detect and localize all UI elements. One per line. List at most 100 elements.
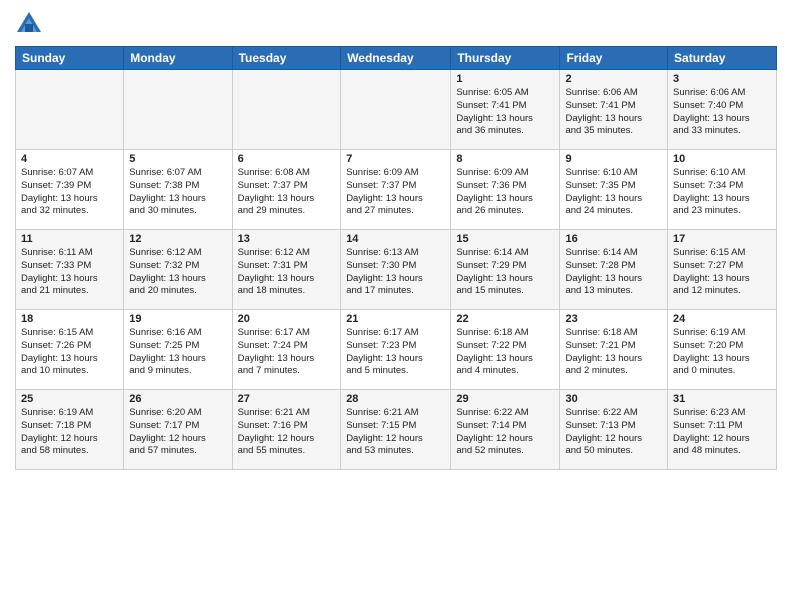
calendar-cell: 31 Sunrise: 6:23 AM Sunset: 7:11 PM Dayli… [668, 390, 777, 470]
day-number: 2 [565, 73, 662, 85]
day-info: Sunrise: 6:11 AM Sunset: 7:33 PM Dayligh… [21, 247, 118, 298]
day-info: Sunrise: 6:19 AM Sunset: 7:20 PM Dayligh… [673, 327, 771, 378]
day-info: Sunrise: 6:07 AM Sunset: 7:38 PM Dayligh… [129, 167, 226, 218]
day-number: 16 [565, 233, 662, 245]
day-info: Sunrise: 6:10 AM Sunset: 7:34 PM Dayligh… [673, 167, 771, 218]
weekday-header-wednesday: Wednesday [341, 47, 451, 70]
calendar-cell: 28 Sunrise: 6:21 AM Sunset: 7:15 PM Dayli… [341, 390, 451, 470]
calendar-cell: 7 Sunrise: 6:09 AM Sunset: 7:37 PM Daylig… [341, 150, 451, 230]
day-number: 7 [346, 153, 445, 165]
calendar-cell [341, 70, 451, 150]
day-info: Sunrise: 6:08 AM Sunset: 7:37 PM Dayligh… [238, 167, 336, 218]
day-number: 14 [346, 233, 445, 245]
day-number: 29 [456, 393, 554, 405]
page: SundayMondayTuesdayWednesdayThursdayFrid… [0, 0, 792, 612]
calendar-cell: 3 Sunrise: 6:06 AM Sunset: 7:40 PM Daylig… [668, 70, 777, 150]
day-info: Sunrise: 6:16 AM Sunset: 7:25 PM Dayligh… [129, 327, 226, 378]
day-info: Sunrise: 6:22 AM Sunset: 7:13 PM Dayligh… [565, 407, 662, 458]
day-info: Sunrise: 6:10 AM Sunset: 7:35 PM Dayligh… [565, 167, 662, 218]
day-number: 9 [565, 153, 662, 165]
calendar-cell: 14Sunrise: 6:13 AM Sunset: 7:30 PM Dayli… [341, 230, 451, 310]
calendar-cell: 11 Sunrise: 6:11 AM Sunset: 7:33 PM Dayli… [16, 230, 124, 310]
calendar-cell: 26 Sunrise: 6:20 AM Sunset: 7:17 PM Dayli… [124, 390, 232, 470]
calendar-cell: 6 Sunrise: 6:08 AM Sunset: 7:37 PM Daylig… [232, 150, 341, 230]
weekday-header-saturday: Saturday [668, 47, 777, 70]
day-info: Sunrise: 6:09 AM Sunset: 7:37 PM Dayligh… [346, 167, 445, 218]
day-number: 19 [129, 313, 226, 325]
calendar-cell [232, 70, 341, 150]
weekday-header-row: SundayMondayTuesdayWednesdayThursdayFrid… [16, 47, 777, 70]
day-number: 8 [456, 153, 554, 165]
day-number: 26 [129, 393, 226, 405]
calendar-cell [16, 70, 124, 150]
day-number: 27 [238, 393, 336, 405]
calendar-cell: 8 Sunrise: 6:09 AM Sunset: 7:36 PM Daylig… [451, 150, 560, 230]
day-info: Sunrise: 6:15 AM Sunset: 7:27 PM Dayligh… [673, 247, 771, 298]
week-row-1: 4Sunrise: 6:07 AM Sunset: 7:39 PM Daylig… [16, 150, 777, 230]
day-number: 12 [129, 233, 226, 245]
calendar-cell: 13 Sunrise: 6:12 AM Sunset: 7:31 PM Dayli… [232, 230, 341, 310]
day-number: 21 [346, 313, 445, 325]
calendar-cell: 2 Sunrise: 6:06 AM Sunset: 7:41 PM Daylig… [560, 70, 668, 150]
day-number: 3 [673, 73, 771, 85]
calendar-cell: 25 Sunrise: 6:19 AM Sunset: 7:18 PM Dayli… [16, 390, 124, 470]
day-info: Sunrise: 6:21 AM Sunset: 7:15 PM Dayligh… [346, 407, 445, 458]
day-info: Sunrise: 6:23 AM Sunset: 7:11 PM Dayligh… [673, 407, 771, 458]
day-info: Sunrise: 6:17 AM Sunset: 7:23 PM Dayligh… [346, 327, 445, 378]
day-number: 6 [238, 153, 336, 165]
calendar-cell: 10 Sunrise: 6:10 AM Sunset: 7:34 PM Dayli… [668, 150, 777, 230]
day-info: Sunrise: 6:06 AM Sunset: 7:40 PM Dayligh… [673, 87, 771, 138]
day-info: Sunrise: 6:15 AM Sunset: 7:26 PM Dayligh… [21, 327, 118, 378]
calendar-cell: 18 Sunrise: 6:15 AM Sunset: 7:26 PM Dayli… [16, 310, 124, 390]
day-number: 15 [456, 233, 554, 245]
day-number: 4 [21, 153, 118, 165]
day-number: 17 [673, 233, 771, 245]
day-number: 28 [346, 393, 445, 405]
calendar-cell: 29Sunrise: 6:22 AM Sunset: 7:14 PM Dayli… [451, 390, 560, 470]
calendar-cell: 1Sunrise: 6:05 AM Sunset: 7:41 PM Daylig… [451, 70, 560, 150]
calendar-cell: 20 Sunrise: 6:17 AM Sunset: 7:24 PM Dayli… [232, 310, 341, 390]
calendar-cell: 16 Sunrise: 6:14 AM Sunset: 7:28 PM Dayli… [560, 230, 668, 310]
calendar-cell: 15 Sunrise: 6:14 AM Sunset: 7:29 PM Dayli… [451, 230, 560, 310]
logo-icon [15, 10, 43, 38]
week-row-3: 18 Sunrise: 6:15 AM Sunset: 7:26 PM Dayli… [16, 310, 777, 390]
calendar: SundayMondayTuesdayWednesdayThursdayFrid… [15, 46, 777, 470]
day-number: 30 [565, 393, 662, 405]
calendar-cell: 12Sunrise: 6:12 AM Sunset: 7:32 PM Dayli… [124, 230, 232, 310]
day-info: Sunrise: 6:18 AM Sunset: 7:21 PM Dayligh… [565, 327, 662, 378]
day-number: 22 [456, 313, 554, 325]
day-info: Sunrise: 6:14 AM Sunset: 7:29 PM Dayligh… [456, 247, 554, 298]
calendar-cell [124, 70, 232, 150]
calendar-cell: 21 Sunrise: 6:17 AM Sunset: 7:23 PM Dayli… [341, 310, 451, 390]
calendar-cell: 5 Sunrise: 6:07 AM Sunset: 7:38 PM Daylig… [124, 150, 232, 230]
calendar-cell: 17 Sunrise: 6:15 AM Sunset: 7:27 PM Dayli… [668, 230, 777, 310]
day-number: 10 [673, 153, 771, 165]
day-number: 25 [21, 393, 118, 405]
logo [15, 10, 47, 38]
calendar-cell: 9 Sunrise: 6:10 AM Sunset: 7:35 PM Daylig… [560, 150, 668, 230]
calendar-cell: 24Sunrise: 6:19 AM Sunset: 7:20 PM Dayli… [668, 310, 777, 390]
weekday-header-tuesday: Tuesday [232, 47, 341, 70]
day-number: 11 [21, 233, 118, 245]
weekday-header-monday: Monday [124, 47, 232, 70]
calendar-cell: 22 Sunrise: 6:18 AM Sunset: 7:22 PM Dayli… [451, 310, 560, 390]
day-number: 1 [456, 73, 554, 85]
day-info: Sunrise: 6:19 AM Sunset: 7:18 PM Dayligh… [21, 407, 118, 458]
day-number: 20 [238, 313, 336, 325]
week-row-2: 11 Sunrise: 6:11 AM Sunset: 7:33 PM Dayli… [16, 230, 777, 310]
day-info: Sunrise: 6:09 AM Sunset: 7:36 PM Dayligh… [456, 167, 554, 218]
weekday-header-sunday: Sunday [16, 47, 124, 70]
day-info: Sunrise: 6:14 AM Sunset: 7:28 PM Dayligh… [565, 247, 662, 298]
calendar-cell: 4Sunrise: 6:07 AM Sunset: 7:39 PM Daylig… [16, 150, 124, 230]
day-info: Sunrise: 6:12 AM Sunset: 7:31 PM Dayligh… [238, 247, 336, 298]
day-number: 5 [129, 153, 226, 165]
calendar-cell: 23Sunrise: 6:18 AM Sunset: 7:21 PM Dayli… [560, 310, 668, 390]
day-info: Sunrise: 6:18 AM Sunset: 7:22 PM Dayligh… [456, 327, 554, 378]
week-row-0: 1Sunrise: 6:05 AM Sunset: 7:41 PM Daylig… [16, 70, 777, 150]
day-number: 13 [238, 233, 336, 245]
day-info: Sunrise: 6:06 AM Sunset: 7:41 PM Dayligh… [565, 87, 662, 138]
day-info: Sunrise: 6:20 AM Sunset: 7:17 PM Dayligh… [129, 407, 226, 458]
day-number: 18 [21, 313, 118, 325]
day-number: 31 [673, 393, 771, 405]
day-info: Sunrise: 6:17 AM Sunset: 7:24 PM Dayligh… [238, 327, 336, 378]
